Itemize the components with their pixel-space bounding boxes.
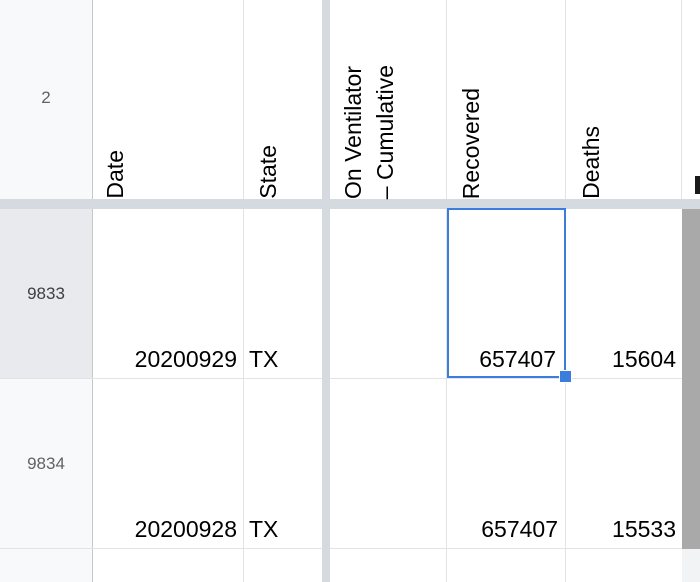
vertical-scrollbar-thumb[interactable] [682, 209, 700, 549]
header-ventilator-line1[interactable]: On Ventilator [340, 66, 367, 199]
header-date[interactable]: Date [102, 150, 129, 199]
header-state[interactable]: State [255, 145, 282, 199]
header-ventilator-line2[interactable]: – Cumulative [372, 65, 399, 199]
gridline [0, 378, 700, 379]
cell-state[interactable]: TX [249, 516, 278, 542]
row-header-next[interactable] [0, 549, 92, 582]
gridline [92, 0, 93, 582]
selected-cell-border [447, 208, 566, 378]
row-number: 9833 [27, 284, 65, 303]
cell-date[interactable]: 20200928 [94, 516, 237, 542]
header-next-column-fragment [695, 176, 700, 194]
row-header-2[interactable]: 2 [0, 0, 92, 199]
cell-date[interactable]: 20200929 [94, 346, 237, 372]
row-number: 2 [41, 88, 51, 107]
gridline [0, 548, 700, 549]
gridline [243, 0, 244, 582]
cell-deaths[interactable]: 15533 [566, 516, 676, 542]
fill-handle[interactable] [559, 370, 572, 383]
row-header-9833[interactable]: 9833 [0, 209, 92, 379]
header-recovered[interactable]: Recovered [458, 88, 485, 199]
cell-state[interactable]: TX [249, 346, 278, 372]
gridline [681, 0, 682, 209]
row-number: 9834 [27, 454, 65, 473]
cell-deaths[interactable]: 15604 [566, 346, 676, 372]
frozen-column-divider[interactable] [322, 0, 330, 582]
frozen-row-divider[interactable] [0, 199, 700, 209]
header-deaths[interactable]: Deaths [578, 126, 605, 199]
cell-recovered[interactable]: 657407 [448, 516, 558, 542]
row-header-9834[interactable]: 9834 [0, 379, 92, 549]
